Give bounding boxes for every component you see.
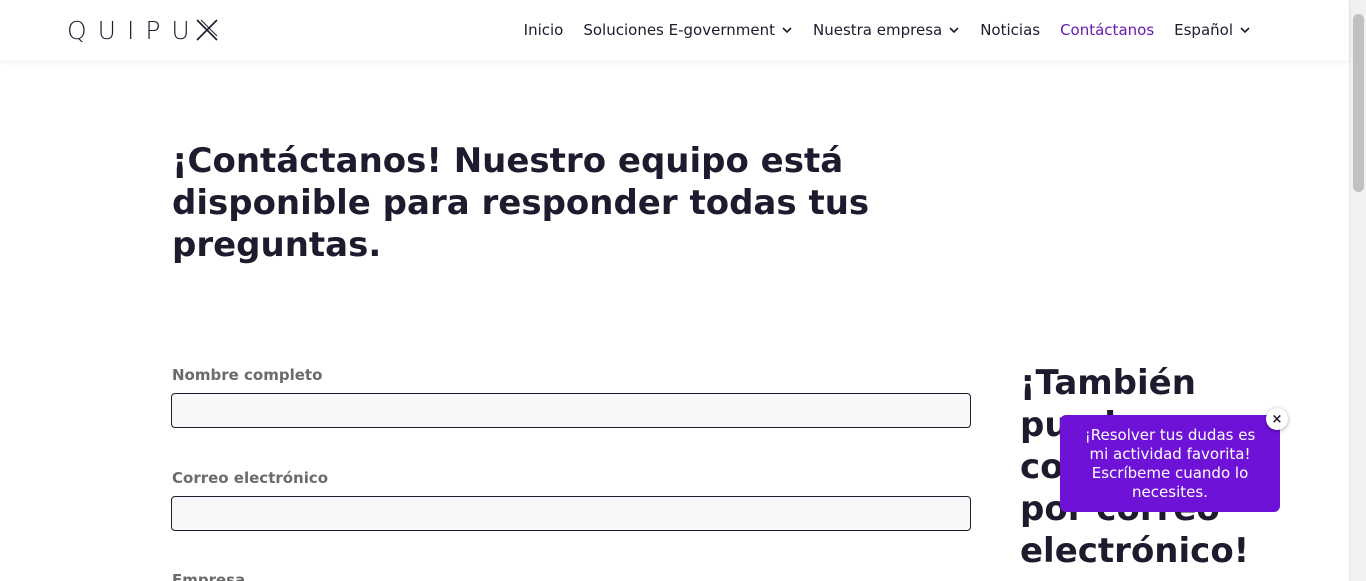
logo-text: QUIPU: [67, 15, 201, 45]
chat-welcome-bubble[interactable]: ¡Resolver tus dudas es mi actividad favo…: [1060, 415, 1280, 512]
close-glyph: ×: [1271, 411, 1283, 427]
chevron-down-icon: [1240, 27, 1250, 34]
nav-item-label: Noticias: [980, 21, 1041, 39]
nav-item-language[interactable]: Español: [1174, 21, 1251, 39]
email-field-label: Correo electrónico: [172, 469, 329, 487]
scrollbar-thumb[interactable]: [1353, 14, 1364, 192]
name-field[interactable]: [171, 393, 971, 428]
nav-item-label: Contáctanos: [1060, 21, 1155, 39]
page-scrollbar[interactable]: [1349, 0, 1366, 581]
company-field-label: Empresa: [172, 571, 246, 581]
nav-item-empresa[interactable]: Nuestra empresa: [813, 21, 960, 39]
chat-message: ¡Resolver tus dudas es mi actividad favo…: [1084, 425, 1256, 501]
site-header: QUIPU Inicio Soluciones E-government Nue…: [0, 0, 1349, 60]
quipux-logo[interactable]: QUIPU: [67, 14, 219, 46]
chevron-down-icon: [782, 27, 792, 34]
nav-item-label: Español: [1174, 21, 1233, 39]
email-field[interactable]: [171, 496, 971, 531]
nav-item-contactanos[interactable]: Contáctanos: [1060, 21, 1154, 39]
nav-item-noticias[interactable]: Noticias: [980, 21, 1040, 39]
nav-item-label: Inicio: [523, 21, 564, 39]
page-title: ¡Contáctanos! Nuestro equipo está dispon…: [172, 141, 870, 265]
nav-item-label: Nuestra empresa: [812, 21, 943, 39]
main-nav: Inicio Soluciones E-government Nuestra e…: [524, 0, 1251, 60]
nav-item-inicio[interactable]: Inicio: [524, 21, 564, 39]
nav-item-label: Soluciones E-government: [583, 21, 775, 39]
close-icon[interactable]: ×: [1266, 408, 1288, 430]
chevron-down-icon: [949, 27, 959, 34]
name-field-label: Nombre completo: [172, 366, 323, 384]
logo-x-icon: [196, 19, 218, 41]
nav-item-soluciones[interactable]: Soluciones E-government: [583, 21, 793, 39]
